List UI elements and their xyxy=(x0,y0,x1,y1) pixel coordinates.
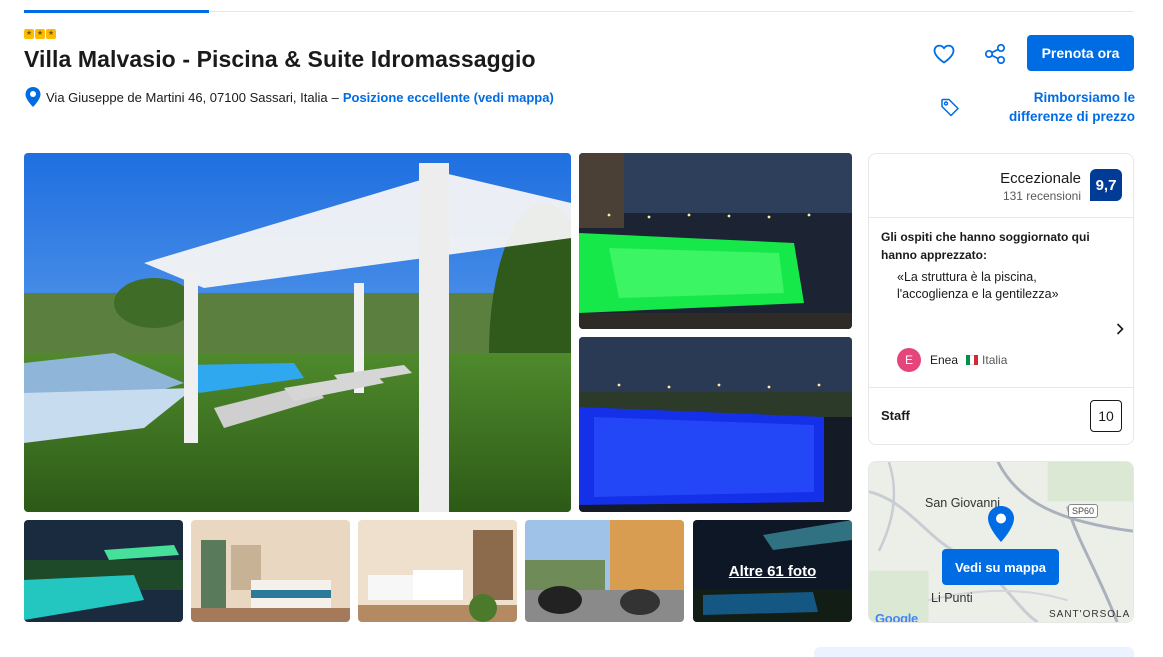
star-icon: ★ xyxy=(46,29,56,39)
chevron-right-icon[interactable] xyxy=(1113,322,1127,336)
night-pool-thumbnail xyxy=(24,520,183,622)
more-photos-link[interactable]: Altre 61 foto xyxy=(693,520,852,622)
review-score-badge[interactable]: 9,7 xyxy=(1090,169,1122,201)
map-pin-icon xyxy=(988,506,1014,542)
google-logo: Google xyxy=(875,611,918,623)
italy-flag-icon xyxy=(966,355,979,365)
avatar: E xyxy=(897,348,921,372)
pool-pergola-photo xyxy=(24,153,571,512)
card-divider xyxy=(869,217,1133,218)
address-text: Via Giuseppe de Martini 46, 07100 Sassar… xyxy=(46,89,328,105)
motorcycles-thumbnail xyxy=(525,520,684,622)
reviewer-name: Enea xyxy=(930,353,959,367)
book-now-button[interactable]: Prenota ora xyxy=(1027,35,1134,71)
staff-score: 10 xyxy=(1090,400,1122,432)
night-pool-green-photo[interactable] xyxy=(579,153,852,329)
address-line: Via Giuseppe de Martini 46, 07100 Sassar… xyxy=(24,86,554,108)
share-icon xyxy=(984,44,1006,64)
main-photo[interactable] xyxy=(24,153,571,512)
price-tag-icon xyxy=(941,98,959,117)
share-button[interactable] xyxy=(979,38,1011,70)
google-logo-text: Google xyxy=(875,611,918,623)
bedroom-thumbnail xyxy=(191,520,350,622)
save-favorite-button[interactable] xyxy=(928,38,960,70)
staff-label: Staff xyxy=(881,408,910,423)
night-pool-blue-image xyxy=(579,337,852,512)
map-preview[interactable]: San Giovanni SP60 Li Punti Vedi su mappa… xyxy=(868,461,1134,623)
bottom-info-box xyxy=(814,647,1134,657)
night-pool-green-image xyxy=(579,153,852,329)
review-summary-card: Eccezionale 131 recensioni 9,7 Gli ospit… xyxy=(868,153,1134,445)
guests-liked-heading: Gli ospiti che hanno soggiornato qui han… xyxy=(881,230,1090,262)
location-map-link[interactable]: Posizione eccellente (vedi mappa) xyxy=(343,90,554,105)
rating-summary: Eccezionale 131 recensioni xyxy=(1000,170,1081,203)
active-tab-indicator xyxy=(24,10,209,13)
heart-icon xyxy=(933,44,955,64)
star-rating: ★ ★ ★ xyxy=(24,29,56,39)
thumbnail-photo[interactable] xyxy=(191,520,350,622)
star-icon: ★ xyxy=(24,29,34,39)
reviewer-country: Italia xyxy=(982,353,1008,367)
address-separator: – xyxy=(331,89,339,105)
hotel-title: Villa Malvasio - Piscina & Suite Idromas… xyxy=(24,46,536,72)
night-pool-blue-photo[interactable] xyxy=(579,337,852,512)
price-match-link[interactable]: Rimborsiamo le differenze di prezzo xyxy=(975,88,1135,126)
star-icon: ★ xyxy=(35,29,45,39)
rating-word: Eccezionale xyxy=(1000,170,1081,187)
card-divider xyxy=(869,387,1133,388)
review-count[interactable]: 131 recensioni xyxy=(1000,189,1081,203)
thumbnail-photo[interactable] xyxy=(358,520,517,622)
location-pin-icon xyxy=(25,87,41,107)
map-place-label: SANT'ORSOLA xyxy=(1049,609,1131,620)
dining-room-thumbnail xyxy=(358,520,517,622)
more-photos-thumbnail[interactable]: Altre 61 foto xyxy=(693,520,852,622)
show-on-map-button[interactable]: Vedi su mappa xyxy=(942,549,1059,585)
map-place-label: Li Punti xyxy=(931,591,973,605)
thumbnail-photo[interactable] xyxy=(525,520,684,622)
thumbnail-photo[interactable] xyxy=(24,520,183,622)
road-badge: SP60 xyxy=(1068,504,1099,518)
guest-quote: «La struttura è la piscina, l'accoglienz… xyxy=(897,270,1059,301)
reviewer-info: E Enea Italia xyxy=(897,348,1007,372)
